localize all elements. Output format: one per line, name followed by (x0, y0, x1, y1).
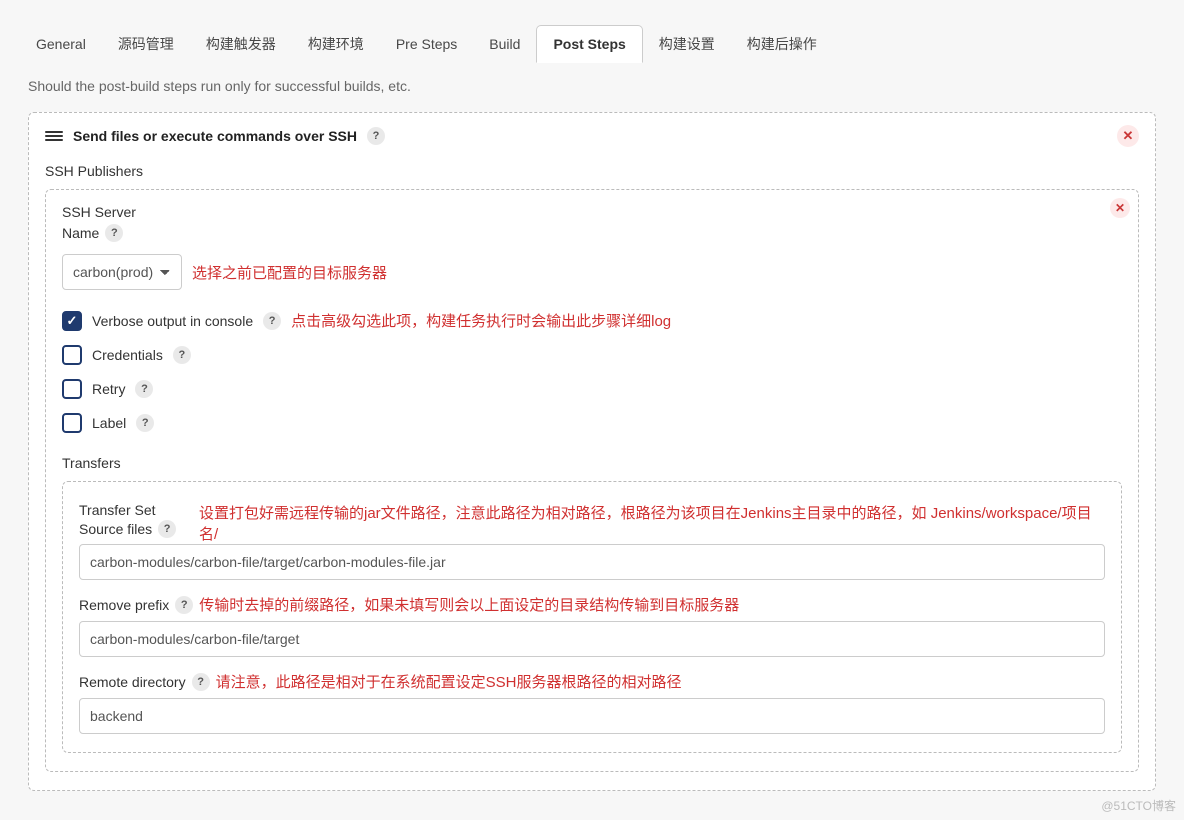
help-icon[interactable]: ? (105, 224, 123, 242)
verbose-label: Verbose output in console (92, 313, 253, 329)
tab-scm[interactable]: 源码管理 (102, 24, 190, 64)
config-tabs: General 源码管理 构建触发器 构建环境 Pre Steps Build … (0, 0, 1184, 64)
label-label: Label (92, 415, 126, 431)
help-icon[interactable]: ? (136, 414, 154, 432)
retry-label: Retry (92, 381, 125, 397)
step-title: Send files or execute commands over SSH (73, 128, 357, 144)
tab-triggers[interactable]: 构建触发器 (190, 24, 292, 64)
transfers-label: Transfers (62, 455, 1122, 471)
label-checkbox[interactable] (62, 413, 82, 433)
help-icon[interactable]: ? (135, 380, 153, 398)
poststeps-description: Should the post-build steps run only for… (0, 64, 1184, 112)
annotation-verbose: 点击高级勾选此项，构建任务执行时会输出此步骤详细log (291, 310, 671, 331)
source-files-input[interactable] (79, 544, 1105, 580)
ssh-publisher-card: ✕ SSH Server Name ? carbon(prod) 选择之前已配置… (45, 189, 1139, 772)
annotation-remote-dir: 请注意，此路径是相对于在系统配置设定SSH服务器根路径的相对路径 (216, 671, 682, 692)
watermark: @51CTO博客 (1101, 797, 1176, 814)
transfer-set-card: Transfer Set Source files ? 设置打包好需远程传输的j… (62, 481, 1122, 753)
help-icon[interactable]: ? (192, 673, 210, 691)
source-files-label: Source files (79, 521, 152, 537)
credentials-checkbox[interactable] (62, 345, 82, 365)
ssh-step-card: Send files or execute commands over SSH … (28, 112, 1156, 791)
remove-prefix-input[interactable] (79, 621, 1105, 657)
tab-env[interactable]: 构建环境 (292, 24, 380, 64)
credentials-label: Credentials (92, 347, 163, 363)
retry-checkbox[interactable] (62, 379, 82, 399)
verbose-checkbox[interactable]: ✓ (62, 311, 82, 331)
remove-step-button[interactable]: ✕ (1117, 125, 1139, 147)
ssh-publishers-label: SSH Publishers (45, 163, 1139, 179)
help-icon[interactable]: ? (175, 596, 193, 614)
tab-build[interactable]: Build (473, 26, 536, 62)
annotation-source: 设置打包好需远程传输的jar文件路径，注意此路径为相对路径，根路径为该项目在Je… (199, 502, 1105, 544)
help-icon[interactable]: ? (158, 520, 176, 538)
ssh-server-label: SSH Server (62, 204, 1122, 220)
tab-buildsettings[interactable]: 构建设置 (643, 24, 731, 64)
remote-directory-input[interactable] (79, 698, 1105, 734)
help-icon[interactable]: ? (263, 312, 281, 330)
remove-prefix-label: Remove prefix (79, 597, 169, 613)
drag-handle-icon[interactable] (45, 131, 63, 141)
tab-general[interactable]: General (20, 26, 102, 62)
remote-directory-label: Remote directory (79, 674, 186, 690)
tab-poststeps[interactable]: Post Steps (536, 25, 642, 63)
tab-postbuild[interactable]: 构建后操作 (731, 24, 833, 64)
tab-presteps[interactable]: Pre Steps (380, 26, 473, 62)
help-icon[interactable]: ? (173, 346, 191, 364)
help-icon[interactable]: ? (367, 127, 385, 145)
transfer-set-label: Transfer Set (79, 502, 189, 518)
remove-publisher-button[interactable]: ✕ (1110, 198, 1130, 218)
annotation-server: 选择之前已配置的目标服务器 (192, 262, 387, 283)
name-label: Name (62, 225, 99, 241)
annotation-remove-prefix: 传输时去掉的前缀路径，如果未填写则会以上面设定的目录结构传输到目标服务器 (199, 594, 739, 615)
ssh-server-select[interactable]: carbon(prod) (62, 254, 182, 290)
